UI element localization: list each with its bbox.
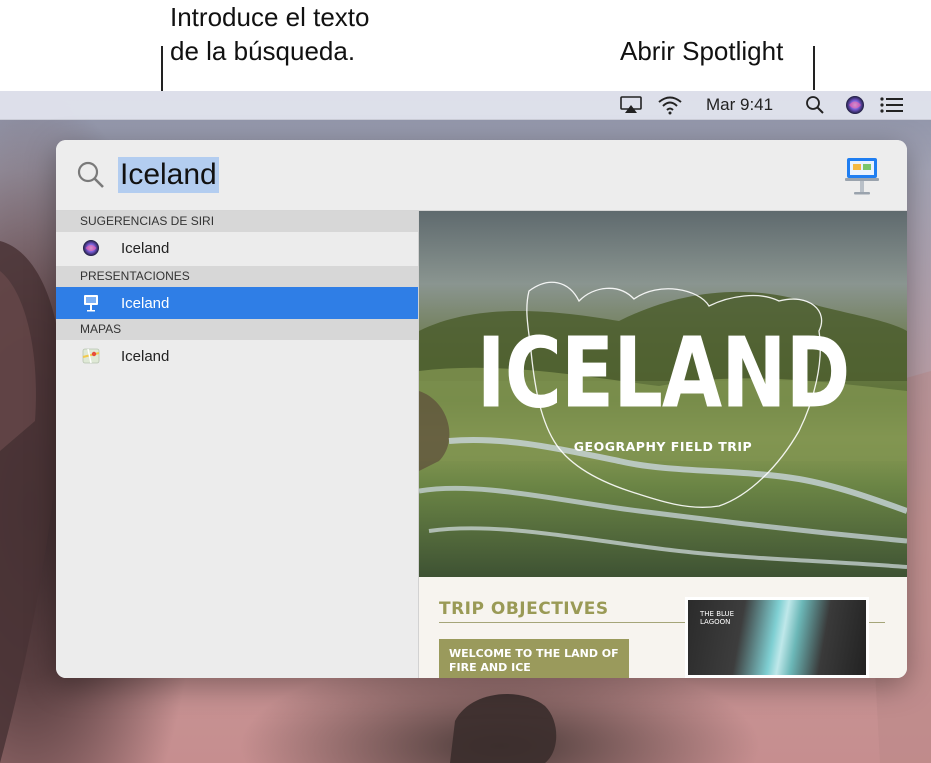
siri-icon[interactable] bbox=[845, 91, 865, 119]
spotlight-search-bar: Iceland bbox=[56, 140, 907, 211]
objectives-heading: TRIP OBJECTIVES bbox=[439, 599, 609, 619]
result-label: Iceland bbox=[121, 294, 170, 312]
maps-icon bbox=[82, 347, 100, 365]
siri-icon bbox=[82, 239, 100, 257]
search-callout-line2: de la búsqueda. bbox=[170, 36, 356, 66]
keynote-icon bbox=[82, 294, 100, 312]
menu-bar: Mar 9:41 bbox=[0, 91, 931, 120]
section-heading-maps: MAPAS bbox=[56, 319, 418, 340]
spotlight-search-icon[interactable] bbox=[805, 91, 825, 119]
search-input[interactable]: Iceland bbox=[118, 157, 219, 193]
keynote-app-icon bbox=[844, 156, 880, 201]
search-icon bbox=[76, 160, 106, 195]
airplay-icon[interactable] bbox=[620, 91, 642, 119]
preview-hero-image: ICELAND GEOGRAPHY FIELD TRIP bbox=[419, 211, 907, 577]
result-item-maps-iceland[interactable]: Iceland bbox=[56, 340, 418, 372]
spotlight-callout-pointer bbox=[813, 46, 815, 90]
result-label: Iceland bbox=[121, 347, 170, 365]
menu-bar-clock[interactable]: Mar 9:41 bbox=[706, 91, 773, 119]
section-heading-siri: SUGERENCIAS DE SIRI bbox=[56, 211, 418, 232]
wifi-icon[interactable] bbox=[657, 91, 683, 119]
preview-pane: ICELAND GEOGRAPHY FIELD TRIP TRIP OBJECT… bbox=[419, 211, 907, 678]
preview-slide-subtitle: GEOGRAPHY FIELD TRIP bbox=[573, 439, 753, 454]
results-list: SUGERENCIAS DE SIRI Iceland PRESENTACION… bbox=[56, 211, 419, 678]
notification-center-icon[interactable] bbox=[880, 91, 904, 119]
result-label: Iceland bbox=[121, 239, 170, 257]
objectives-box: WELCOME TO THE LAND OF FIRE AND ICE bbox=[439, 639, 629, 678]
result-item-siri-iceland[interactable]: Iceland bbox=[56, 232, 418, 264]
blue-lagoon-photo: THE BLUE LAGOON bbox=[685, 597, 869, 678]
result-item-keynote-iceland[interactable]: Iceland bbox=[56, 287, 418, 319]
search-callout-line1: Introduce el texto bbox=[170, 2, 370, 32]
spotlight-callout: Abrir Spotlight bbox=[620, 36, 784, 66]
section-heading-presentations: PRESENTACIONES bbox=[56, 266, 418, 287]
preview-slide-title: ICELAND bbox=[476, 317, 851, 431]
search-callout: Introduce el texto de la búsqueda. bbox=[170, 0, 369, 68]
preview-slide-lower: TRIP OBJECTIVES WELCOME TO THE LAND OF F… bbox=[419, 577, 907, 678]
photo-label: THE BLUE LAGOON bbox=[700, 610, 735, 626]
spotlight-window: Iceland SUGERENCIAS DE SIRI Iceland PRES… bbox=[56, 140, 907, 678]
